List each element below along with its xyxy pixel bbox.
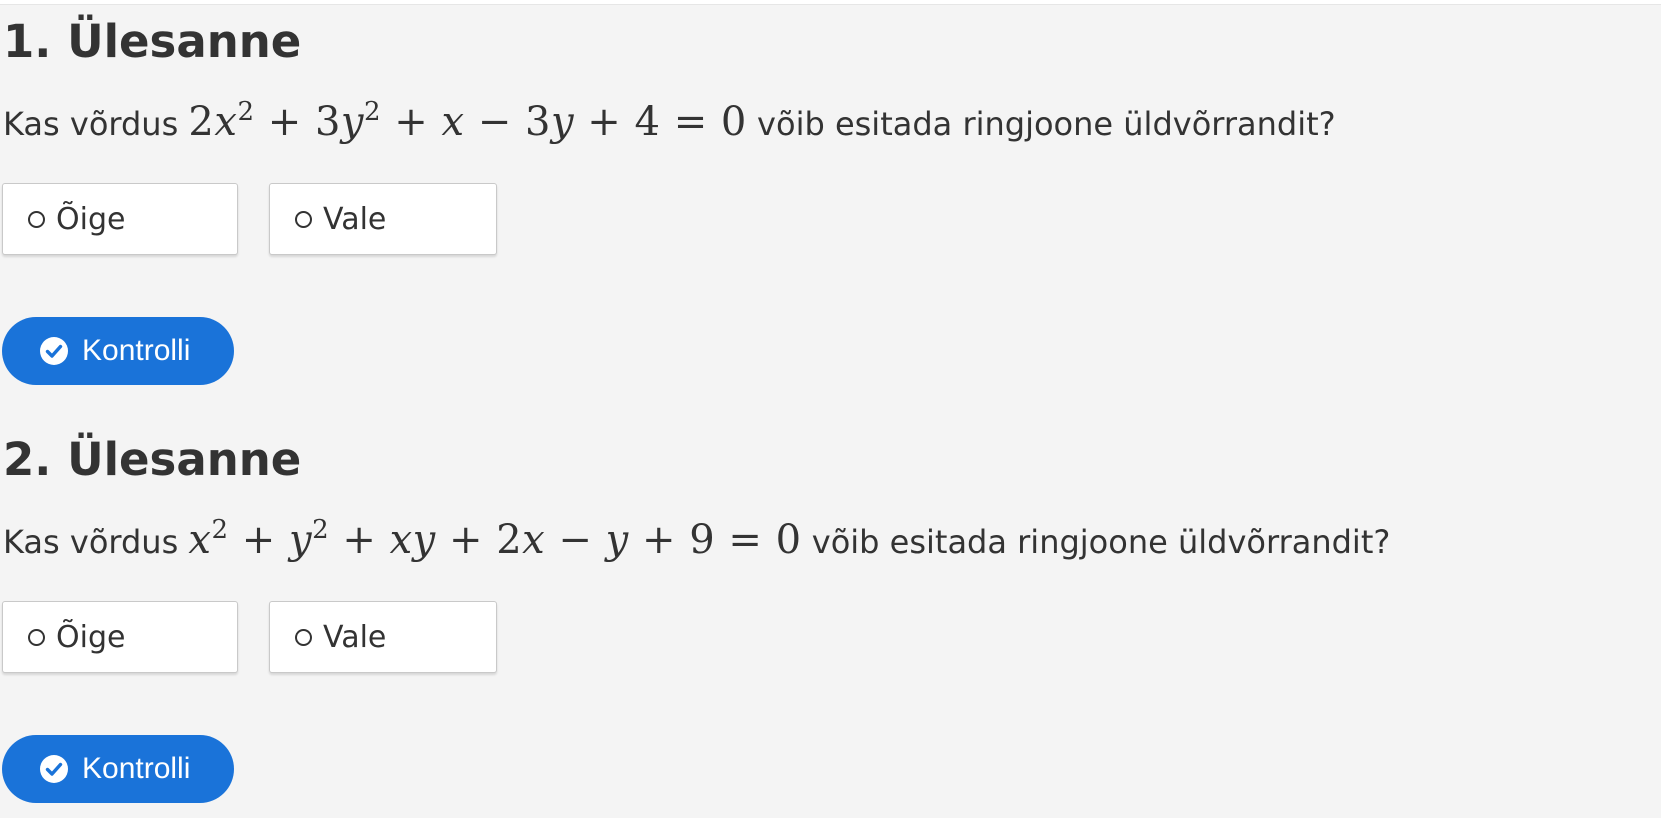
task-question: Kas võrdus x2 + y2 + xy + 2x − y + 9 = 0… [3,515,1390,567]
option-label: Vale [323,201,387,237]
check-button[interactable]: Kontrolli [2,735,234,803]
check-button-label: Kontrolli [82,334,191,367]
task-question: Kas võrdus 2x2 + 3y2 + x − 3y + 4 = 0 võ… [3,97,1336,149]
question-prefix: Kas võrdus [3,523,179,561]
option-true[interactable]: Õige [2,601,238,673]
radio-circle-icon [28,628,45,646]
option-label: Vale [323,619,387,655]
check-circle-icon [40,337,68,365]
radio-circle-icon [295,210,312,228]
option-false[interactable]: Vale [269,183,497,255]
check-button-label: Kontrolli [82,752,191,785]
option-label: Õige [56,619,126,655]
task-title: 1. Ülesanne [3,15,302,68]
check-circle-icon [40,755,68,783]
option-true[interactable]: Õige [2,183,238,255]
equation: 2x2 + 3y2 + x − 3y + 4 = 0 [188,97,747,145]
radio-circle-icon [28,210,45,228]
option-label: Õige [56,201,126,237]
radio-circle-icon [295,628,312,646]
equation: x2 + y2 + xy + 2x − y + 9 = 0 [188,515,802,563]
check-button[interactable]: Kontrolli [2,317,234,385]
option-false[interactable]: Vale [269,601,497,673]
task-title: 2. Ülesanne [3,433,302,486]
question-suffix: võib esitada ringjoone üldvõrrandit? [811,523,1391,561]
question-prefix: Kas võrdus [3,105,179,143]
exercise-page: 1. Ülesanne Kas võrdus 2x2 + 3y2 + x − 3… [0,4,1661,818]
question-suffix: võib esitada ringjoone üldvõrrandit? [757,105,1336,143]
